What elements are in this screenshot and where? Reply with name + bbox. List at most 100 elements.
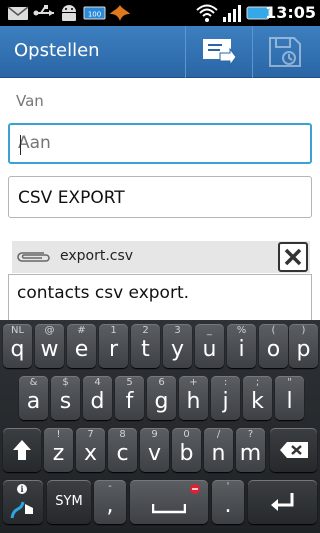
key-hint: 3 <box>174 325 181 336</box>
backspace-icon <box>280 442 308 458</box>
key-label: y <box>170 337 185 362</box>
key-label: z <box>52 441 65 466</box>
key-p[interactable]: ) p <box>289 324 318 368</box>
key-hint: ( <box>271 325 276 336</box>
to-input[interactable] <box>18 133 298 153</box>
save-draft-icon <box>269 37 301 67</box>
key-o[interactable]: (o <box>259 324 288 368</box>
key-y[interactable]: 3y <box>163 324 192 368</box>
key-n[interactable]: / n <box>204 428 233 472</box>
shift-key[interactable] <box>3 428 41 472</box>
key-hint: / <box>216 429 221 440</box>
text-cursor <box>20 135 21 155</box>
sym-label: SYM <box>55 494 83 509</box>
attachment-row: export.csv <box>12 241 310 273</box>
key-b[interactable]: 0b <box>172 428 201 472</box>
subject-field[interactable]: CSV EXPORT <box>8 176 312 218</box>
key-h[interactable]: + h <box>179 376 208 420</box>
key-label: e <box>74 337 89 362</box>
key-hint: 1 <box>110 325 117 336</box>
key-hint: & <box>29 377 38 388</box>
key-hint: 8 <box>119 429 126 440</box>
key-hint: + <box>189 377 198 388</box>
key-hint: ) <box>301 325 306 336</box>
key-label: a <box>26 389 41 414</box>
key-l[interactable]: " l <box>275 376 304 420</box>
key-hint: ? <box>247 429 254 440</box>
compose-form: Van CSV EXPORT export.csv contacts csv e… <box>0 78 320 320</box>
key-q[interactable]: NL q <box>3 324 32 368</box>
send-icon <box>203 39 236 67</box>
sym-key[interactable]: SYM <box>47 480 91 524</box>
key-i[interactable]: % i <box>227 324 256 368</box>
wifi-icon <box>196 4 218 22</box>
notification-icon <box>110 5 130 21</box>
key-z[interactable]: ! z <box>44 428 73 472</box>
action-bar: Opstellen <box>0 26 320 78</box>
key-label: s <box>59 389 72 414</box>
key-g[interactable]: 6g <box>147 376 176 420</box>
key-w[interactable]: @ w <box>35 324 64 368</box>
settings-key[interactable]: i <box>3 480 43 524</box>
key-v[interactable]: 9v <box>140 428 169 472</box>
key-r[interactable]: 1r <box>99 324 128 368</box>
status-bar: 100 13:05 <box>0 0 320 26</box>
to-field[interactable] <box>8 123 312 164</box>
key-f[interactable]: 5f <box>115 376 144 420</box>
comma-key[interactable]: -, <box>94 480 126 524</box>
key-m[interactable]: ? m <box>236 428 265 472</box>
key-label: o <box>266 337 281 362</box>
usb-icon <box>33 5 54 16</box>
key-hint: 4 <box>94 377 101 388</box>
key-s[interactable]: $ s <box>51 376 80 420</box>
input-method-icon: i <box>10 484 33 519</box>
key-label: k <box>251 389 264 414</box>
key-a[interactable]: & a <box>19 376 48 420</box>
key-e[interactable]: # e <box>67 324 96 368</box>
page-title: Opstellen <box>14 40 100 61</box>
enter-key[interactable] <box>248 480 317 524</box>
subject-input[interactable]: CSV EXPORT <box>18 188 125 208</box>
key-label: m <box>239 441 262 466</box>
save-draft-button[interactable] <box>253 26 319 78</box>
body-input[interactable]: contacts csv export. <box>17 283 189 303</box>
key-hint: - <box>108 481 112 492</box>
key-u[interactable]: _ u <box>195 324 224 368</box>
send-button[interactable] <box>186 26 252 78</box>
enter-icon <box>271 493 294 511</box>
key-x[interactable]: 7x <box>76 428 105 472</box>
key-t[interactable]: 2t <box>131 324 160 368</box>
key-hint: ! <box>56 429 61 440</box>
key-hint: @ <box>44 325 55 336</box>
key-hint: 2 <box>142 325 149 336</box>
key-label: . <box>224 493 232 518</box>
shift-icon <box>13 440 31 460</box>
key-label: v <box>147 441 162 466</box>
battery-full-icon: 100 <box>83 6 106 20</box>
key-hint: $ <box>62 377 69 388</box>
space-icon <box>152 504 186 514</box>
key-c[interactable]: 8c <box>108 428 137 472</box>
key-label: l <box>286 389 293 414</box>
key-hint: ' <box>226 481 230 492</box>
key-hint: 9 <box>151 429 158 440</box>
body-field[interactable]: contacts csv export. <box>8 274 312 320</box>
key-d[interactable]: 4d <box>83 376 112 420</box>
key-label: x <box>83 441 98 466</box>
key-hint: % <box>236 325 247 336</box>
period-key[interactable]: '. <box>212 480 244 524</box>
key-label: q <box>10 337 25 362</box>
signal-icon <box>223 5 241 22</box>
key-hint: # <box>77 325 86 336</box>
key-k[interactable]: ; k <box>243 376 272 420</box>
backspace-key[interactable] <box>270 428 317 472</box>
key-label: w <box>40 337 59 362</box>
key-label: , <box>106 493 114 518</box>
key-label: j <box>222 389 229 414</box>
key-j[interactable]: :j <box>211 376 240 420</box>
space-key[interactable] <box>130 480 208 524</box>
clock: 13:05 <box>265 3 316 22</box>
remove-attachment-button[interactable] <box>278 242 308 272</box>
email-icon <box>7 6 29 20</box>
voice-input-icon <box>190 484 200 494</box>
